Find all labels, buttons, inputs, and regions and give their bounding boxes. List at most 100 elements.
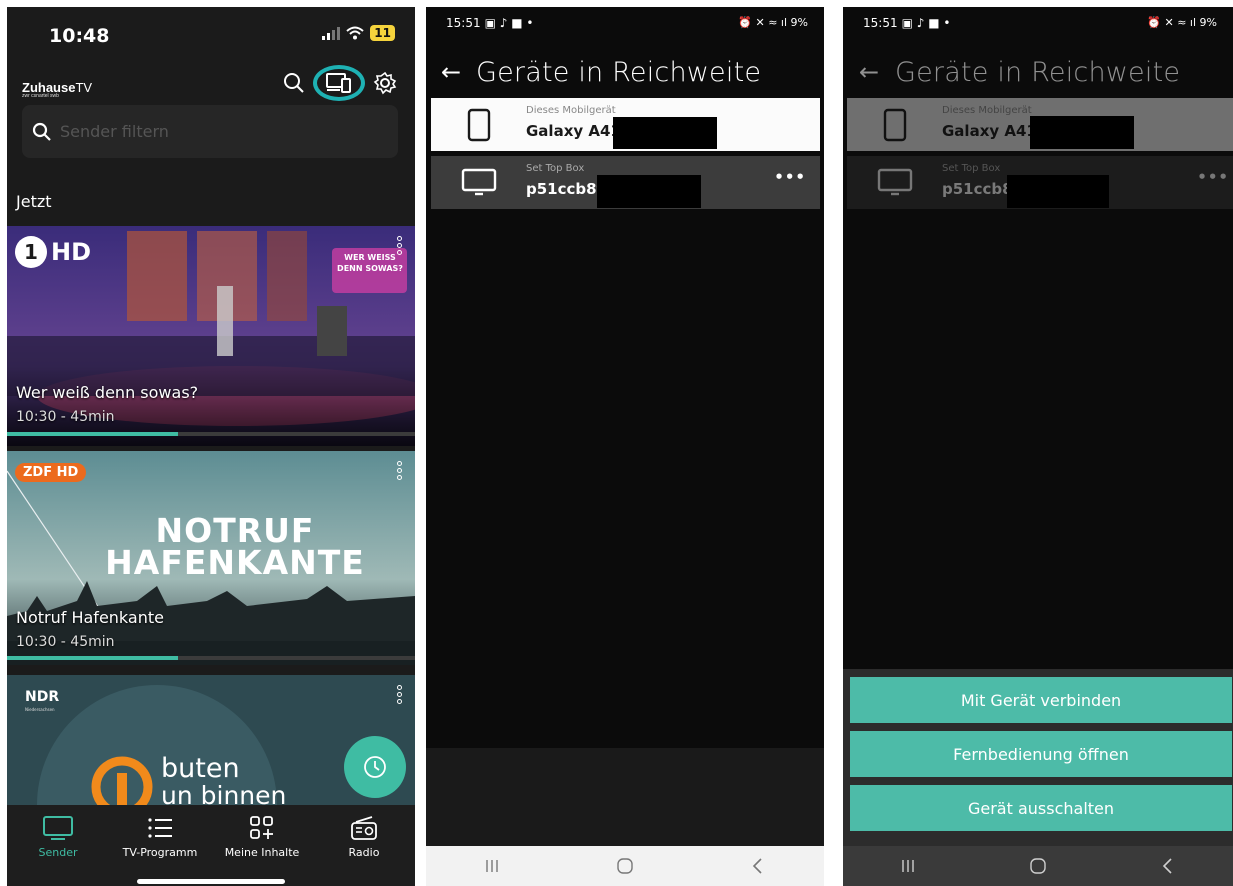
show-artwork-text-2: un binnen [161,781,287,805]
status-bar-right: ⏰ ✕ ≈ ıl 9% [738,16,808,29]
back-icon[interactable] [1138,857,1198,875]
redaction [1030,116,1134,149]
show-artwork-text-1: buten [161,753,240,784]
app-logo-tagline: zwr csnartel swb [22,93,59,99]
phone-icon [467,108,490,141]
channel-logo: NDR [25,689,60,705]
signal-icon [322,26,341,40]
phone-icon [883,108,906,141]
monitor-icon [877,168,912,195]
redaction [613,117,717,149]
more-icon[interactable] [397,461,405,480]
battery-level: 9% [1199,16,1217,29]
channel-card-1[interactable]: 1 HD WER WEISS DENN SOWAS? Wer weiß denn… [7,226,415,446]
open-remote-button[interactable]: Fernbedienung öffnen [850,731,1232,777]
system-nav-bar [843,846,1233,886]
status-icons: ⏰ ✕ ≈ ıl [738,16,791,29]
notification-icons: ▣ ♪ ■ • [484,16,534,30]
list-icon [148,818,172,838]
channel-filter[interactable] [22,105,398,158]
recent-apps-icon[interactable] [462,858,522,874]
power-off-button[interactable]: Gerät ausschalten [850,785,1232,831]
home-icon[interactable] [1008,857,1068,875]
clock-icon [364,756,386,778]
tv-icon [43,816,73,840]
redaction [1007,175,1109,208]
nav-label: Meine Inhalte [224,846,300,859]
gear-icon[interactable] [373,71,397,95]
battery-icon: 11 [370,25,395,41]
system-nav-bar [426,846,824,886]
device-row-phone[interactable]: Dieses Mobilgerät Galaxy A41 [431,98,820,151]
app-bar: ← Geräte in Reichweite [426,47,824,97]
radio-icon [351,816,377,840]
show-title: Notruf Hafenkante [16,608,164,627]
progress-bar [7,656,179,660]
status-bar-right: ⏰ ✕ ≈ ıl 9% [1147,16,1217,29]
section-now: Jetzt [16,192,52,211]
search-icon [32,122,51,141]
status-bar-left: 15:51 ▣ ♪ ■ • [863,16,950,30]
device-name: p51ccb8 [942,180,1013,198]
page-title: Geräte in Reichweite [895,56,1181,88]
recent-apps-icon[interactable] [878,858,938,874]
battery-level: 9% [790,16,808,29]
devices-icon [326,73,351,93]
bottom-navigation: Sender TV-Programm Meine Inhalte Radio [7,805,415,886]
search-icon[interactable] [283,72,305,94]
device-row-phone[interactable]: Dieses Mobilgerät Galaxy A41 [847,98,1233,151]
show-time: 10:30 - 45min [16,409,115,425]
channel-logo-sub: Niedersachsen [25,707,55,712]
devices-button[interactable] [313,65,365,101]
back-arrow-icon[interactable]: ← [843,58,895,86]
more-icon[interactable] [397,236,405,255]
zuhause-tv-screen: 10:48 11 ZuhauseTV zwr csnartel swb Send… [7,7,415,886]
status-icons: 11 [322,25,395,41]
more-options-icon[interactable]: ••• [774,168,806,186]
header-actions [283,65,397,101]
nav-meine-inhalte[interactable]: Meine Inhalte [211,805,313,886]
device-type: Dieses Mobilgerät [942,105,1032,116]
back-arrow-icon[interactable]: ← [426,58,476,86]
progress-bar [7,432,179,436]
redaction [597,175,701,208]
timeshift-button[interactable] [344,736,406,798]
home-indicator[interactable] [137,879,285,884]
show-badge: WER WEISS DENN SOWAS? [337,253,403,273]
device-name: p51ccb8f [526,180,604,198]
show-artwork-text: NOTRUF HAFENKANTE [105,511,365,582]
device-type: Set Top Box [526,163,585,174]
more-options-icon[interactable]: ••• [1197,168,1229,186]
notification-icons: ▣ ♪ ■ • [901,16,951,30]
nav-label: Sender [38,846,78,859]
devices-screen: 15:51 ▣ ♪ ■ • ⏰ ✕ ≈ ıl 9% ← Geräte in Re… [426,7,824,886]
nav-label: TV-Programm [122,846,198,859]
wifi-icon [346,26,364,40]
channel-filter-input[interactable] [60,122,360,141]
home-icon[interactable] [595,857,655,875]
status-icons: ⏰ ✕ ≈ ıl [1147,16,1200,29]
connect-device-button[interactable]: Mit Gerät verbinden [850,677,1232,723]
status-time: 10:48 [49,25,110,47]
page-title: Geräte in Reichweite [476,56,762,88]
nav-sender[interactable]: Sender [7,805,109,886]
grid-plus-icon [250,816,273,839]
nav-radio[interactable]: Radio [313,805,415,886]
app-bar: ← Geräte in Reichweite [843,47,1233,97]
nav-label: Radio [348,846,380,859]
status-time: 15:51 [863,16,898,30]
more-icon[interactable] [397,685,405,704]
devices-action-screen: 15:51 ▣ ♪ ■ • ⏰ ✕ ≈ ıl 9% ← Geräte in Re… [843,7,1233,886]
nav-tv-programm[interactable]: TV-Programm [109,805,211,886]
device-action-sheet: Mit Gerät verbinden Fernbedienung öffnen… [843,669,1233,846]
status-time: 15:51 [446,16,481,30]
bottom-area [426,748,824,848]
back-icon[interactable] [728,857,788,875]
status-bar-left: 15:51 ▣ ♪ ■ • [446,16,533,30]
device-type: Dieses Mobilgerät [526,105,616,116]
device-name: Galaxy A41 [942,122,1037,140]
channel-logo: ZDF HD [15,463,87,482]
device-row-settopbox[interactable]: Set Top Box p51ccb8 ••• [847,156,1233,209]
device-row-settopbox[interactable]: Set Top Box p51ccb8f ••• [431,156,820,209]
channel-card-2[interactable]: ZDF HD NOTRUF HAFENKANTE Notruf Hafenkan… [7,451,415,665]
